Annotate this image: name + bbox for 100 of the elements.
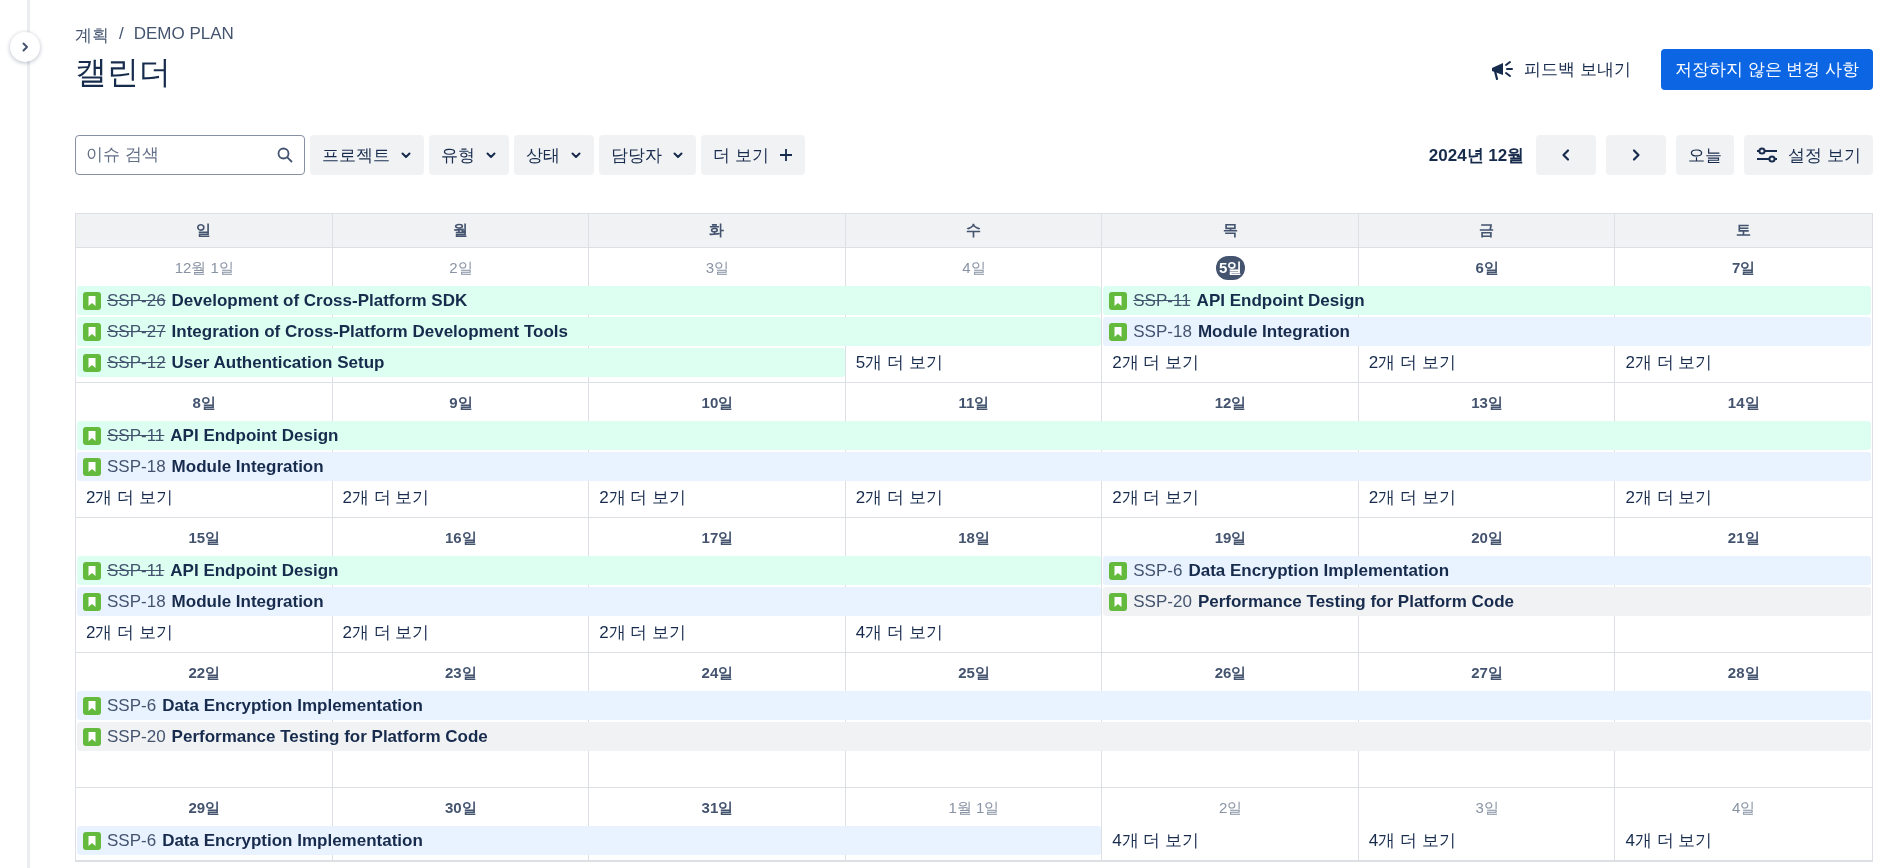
- event-bar[interactable]: SSP-11 API Endpoint Design: [1103, 286, 1871, 315]
- date-label: 14일: [1726, 393, 1761, 413]
- chevron-right-icon: [19, 41, 31, 53]
- expand-sidebar-button[interactable]: [10, 32, 40, 62]
- date-label: 1월 1일: [947, 798, 1001, 818]
- show-more-link[interactable]: 2개 더 보기: [1625, 486, 1713, 509]
- story-icon: [83, 696, 101, 715]
- story-icon: [83, 291, 101, 310]
- event-bar[interactable]: SSP-6 Data Encryption Implementation: [77, 826, 1102, 855]
- story-icon: [1109, 592, 1128, 611]
- weekday-header: 일: [76, 214, 333, 247]
- story-icon: [83, 592, 101, 611]
- breadcrumb-link[interactable]: 계획: [75, 24, 109, 47]
- event-bar[interactable]: SSP-6 Data Encryption Implementation: [77, 691, 1871, 720]
- filter-button[interactable]: 담당자: [599, 135, 696, 175]
- event-bar[interactable]: SSP-26 Development of Cross-Platform SDK: [77, 286, 1102, 315]
- breadcrumb-separator: /: [119, 24, 124, 45]
- date-label: 12일: [1213, 393, 1248, 413]
- sliders-icon: [1756, 147, 1779, 163]
- event-bar[interactable]: SSP-18 Module Integration: [77, 452, 1871, 481]
- filter-button[interactable]: 더 보기: [701, 135, 805, 175]
- show-more-link[interactable]: 2개 더 보기: [599, 621, 687, 644]
- date-label: 8일: [191, 393, 217, 413]
- show-more-link[interactable]: 2개 더 보기: [599, 486, 687, 509]
- show-more-link[interactable]: 2개 더 보기: [1112, 351, 1200, 374]
- date-label: 13일: [1470, 393, 1504, 413]
- event-bar[interactable]: SSP-18 Module Integration: [77, 587, 1102, 616]
- filter-button[interactable]: 상태: [514, 135, 594, 175]
- show-more-link[interactable]: 2개 더 보기: [855, 486, 943, 509]
- date-label: 19일: [1213, 528, 1248, 548]
- next-month-button[interactable]: [1606, 135, 1667, 175]
- show-more-link[interactable]: 2개 더 보기: [86, 486, 173, 509]
- weekday-header: 금: [1358, 214, 1616, 247]
- date-label: 15일: [187, 528, 222, 548]
- show-more-link[interactable]: 2개 더 보기: [1625, 351, 1713, 374]
- event-bar[interactable]: SSP-6 Data Encryption Implementation: [1103, 556, 1871, 585]
- show-more-link[interactable]: 4개 더 보기: [1625, 829, 1713, 852]
- weekday-header: 목: [1102, 214, 1359, 247]
- search-field[interactable]: 이슈 검색: [75, 135, 305, 175]
- date-label: 16일: [444, 528, 478, 548]
- chevron-down-icon: [485, 149, 497, 161]
- weekday-header: 수: [845, 214, 1103, 247]
- breadcrumb-link[interactable]: DEMO PLAN: [133, 24, 234, 47]
- month-label: 2024년 12월: [1428, 144, 1525, 167]
- date-label: 12월 1일: [173, 258, 235, 278]
- show-more-link[interactable]: 4개 더 보기: [855, 621, 943, 644]
- filter-button[interactable]: 유형: [429, 135, 509, 175]
- show-more-link[interactable]: 2개 더 보기: [1368, 486, 1456, 509]
- chevron-down-icon: [570, 149, 582, 161]
- show-more-link[interactable]: 2개 더 보기: [342, 486, 430, 509]
- date-label: 9일: [448, 393, 474, 413]
- story-icon: [1109, 561, 1128, 580]
- save-changes-button[interactable]: 저장하지 않은 변경 사항: [1660, 49, 1873, 90]
- story-icon: [83, 353, 101, 372]
- story-icon: [83, 457, 101, 476]
- date-label: 28일: [1726, 663, 1761, 683]
- show-more-link[interactable]: 4개 더 보기: [1368, 829, 1456, 852]
- date-label: 22일: [187, 663, 222, 683]
- story-icon: [83, 426, 101, 445]
- event-bar[interactable]: SSP-20 Performance Testing for Platform Code: [1103, 587, 1871, 616]
- view-settings-button[interactable]: 설정 보기: [1744, 135, 1873, 175]
- date-label: 11일: [957, 393, 991, 413]
- date-label: 25일: [957, 663, 991, 683]
- date-label: 10일: [700, 393, 735, 413]
- event-bar[interactable]: SSP-11 API Endpoint Design: [77, 556, 1102, 585]
- megaphone-icon: [1490, 58, 1515, 81]
- date-label: 7일: [1731, 258, 1757, 278]
- show-more-link[interactable]: 2개 더 보기: [1368, 351, 1456, 374]
- show-more-link[interactable]: 2개 더 보기: [1112, 486, 1200, 509]
- event-bar[interactable]: SSP-27 Integration of Cross-Platform Development Tools: [77, 317, 1102, 346]
- previous-month-button[interactable]: [1536, 135, 1597, 175]
- date-label: 20일: [1470, 528, 1504, 548]
- date-label: 30일: [444, 798, 478, 818]
- date-label: 4일: [1731, 798, 1757, 818]
- date-label: 23일: [444, 663, 478, 683]
- feedback-button[interactable]: 피드백 보내기: [1484, 52, 1637, 87]
- today-button[interactable]: 오늘: [1676, 135, 1735, 175]
- event-bar[interactable]: SSP-20 Performance Testing for Platform Code: [77, 722, 1871, 751]
- weekday-header: 화: [589, 214, 846, 247]
- date-label: 6일: [1474, 258, 1500, 278]
- plus-icon: [778, 148, 793, 162]
- chevron-down-icon: [672, 149, 684, 161]
- show-more-link[interactable]: 5개 더 보기: [855, 351, 943, 374]
- date-label: 24일: [700, 663, 735, 683]
- show-more-link[interactable]: 4개 더 보기: [1112, 829, 1200, 852]
- event-bar[interactable]: SSP-12 User Authentication Setup: [77, 348, 845, 377]
- weekday-header: 월: [332, 214, 590, 247]
- date-label: 29일: [187, 798, 222, 818]
- date-label: 2일: [448, 258, 474, 278]
- filter-button[interactable]: 프로젝트: [310, 135, 424, 175]
- event-bar[interactable]: SSP-18 Module Integration: [1103, 317, 1871, 346]
- story-icon: [83, 322, 101, 341]
- date-label: 18일: [957, 528, 991, 548]
- show-more-link[interactable]: 2개 더 보기: [342, 621, 430, 644]
- story-icon: [83, 727, 101, 746]
- event-bar[interactable]: SSP-11 API Endpoint Design: [77, 421, 1871, 450]
- story-icon: [1109, 291, 1128, 310]
- show-more-link[interactable]: 2개 더 보기: [86, 621, 173, 644]
- story-icon: [1109, 322, 1128, 341]
- date-label: 3일: [704, 258, 731, 278]
